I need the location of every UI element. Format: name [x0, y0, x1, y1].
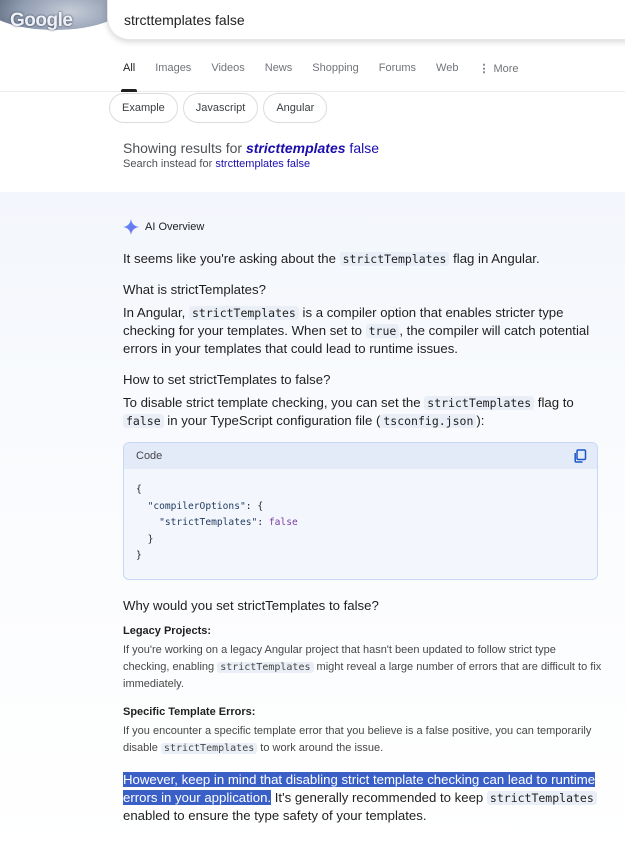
- code-line: }: [136, 550, 142, 561]
- spelling-correction: Showing results for stricttemplates fals…: [123, 140, 379, 170]
- intro-text-b: flag in Angular.: [449, 251, 540, 266]
- tab-web[interactable]: Web: [436, 58, 458, 92]
- ai-overview-header: AI Overview: [123, 219, 204, 235]
- code-label: Code: [136, 450, 163, 462]
- code-block: Code { "compilerOptions": { "strictTempl…: [123, 442, 598, 580]
- closing-paragraph: However, keep in mind that disabling str…: [123, 771, 603, 825]
- s2-text-b: to work around the issue.: [257, 741, 384, 754]
- code-block-header: Code: [124, 443, 597, 469]
- corrected-bold: stricttemplates: [245, 140, 346, 156]
- header: Google strcttemplates false All Images V…: [0, 0, 625, 92]
- gemini-spark-icon: [123, 219, 139, 235]
- specific-errors-title: Specific Template Errors:: [123, 705, 256, 718]
- p2-text-a: To disable strict template checking, you…: [123, 395, 425, 410]
- tab-forums[interactable]: Forums: [379, 58, 416, 92]
- p2-text-d: ):: [476, 413, 485, 428]
- corrected-query-link[interactable]: stricttemplates false: [246, 140, 379, 156]
- heading-how-to: How to set strictTemplates to false?: [123, 372, 331, 387]
- showing-results-line: Showing results for stricttemplates fals…: [123, 140, 379, 156]
- inline-code: true: [365, 324, 400, 338]
- chip-example[interactable]: Example: [109, 93, 178, 123]
- final-text-a: It's generally recommended to keep: [271, 789, 487, 805]
- logo-text: Google: [10, 10, 73, 31]
- intro-text-a: It seems like you're asking about the: [123, 251, 340, 266]
- search-box[interactable]: strcttemplates false: [107, 0, 625, 40]
- ai-overview-title: AI Overview: [145, 221, 205, 233]
- inline-code: strictTemplates: [189, 306, 299, 320]
- specific-errors-text: If you encounter a specific template err…: [123, 723, 603, 757]
- instead-prefix: Search instead for: [123, 158, 216, 170]
- ai-overview-content: It seems like you're asking about the st…: [123, 250, 603, 825]
- inline-code: strictTemplates: [424, 396, 535, 410]
- search-tabs: All Images Videos News Shopping Forums W…: [120, 58, 539, 92]
- code-line: }: [147, 533, 154, 545]
- tab-all[interactable]: All: [120, 58, 138, 92]
- chip-angular[interactable]: Angular: [263, 93, 328, 123]
- tab-images[interactable]: Images: [155, 58, 191, 92]
- inline-code: tsconfig.json: [380, 414, 477, 428]
- more-vert-icon: ⋮: [478, 63, 490, 75]
- inline-code: false: [123, 414, 164, 428]
- corrected-rest: false: [345, 140, 380, 156]
- search-instead-line: Search instead for strcttemplates false: [123, 158, 379, 170]
- google-logo[interactable]: Google: [0, 0, 110, 42]
- inline-code: strictTemplates: [339, 252, 450, 266]
- code-key: "strictTemplates": [159, 517, 258, 528]
- code-punct: :: [257, 517, 269, 528]
- code-line: {: [136, 484, 142, 495]
- code-punct: : {: [245, 500, 264, 512]
- showing-prefix: Showing results for: [123, 140, 246, 156]
- tab-shopping[interactable]: Shopping: [312, 58, 359, 92]
- search-input[interactable]: strcttemplates false: [124, 12, 245, 28]
- tab-more-label: More: [493, 63, 519, 75]
- refinement-chips: Example Javascript Angular: [109, 93, 328, 123]
- code-key: "compilerOptions": [147, 500, 246, 512]
- heading-why: Why would you set strictTemplates to fal…: [123, 597, 379, 613]
- tab-more[interactable]: ⋮ More: [478, 58, 518, 92]
- p1-text-a: In Angular,: [123, 305, 189, 320]
- code-content: { "compilerOptions": { "strictTemplates"…: [124, 469, 597, 579]
- tab-videos[interactable]: Videos: [211, 58, 244, 92]
- p2-text-b: flag to: [534, 395, 574, 410]
- inline-code: strictTemplates: [160, 742, 258, 754]
- legacy-projects-title: Legacy Projects:: [123, 624, 212, 637]
- chip-javascript[interactable]: Javascript: [182, 93, 259, 123]
- final-text-b: enabled to ensure the type safety of you…: [123, 807, 427, 823]
- legacy-projects-text: If you're working on a legacy Angular pr…: [123, 642, 603, 693]
- how-to-paragraph: To disable strict template checking, you…: [123, 394, 603, 430]
- p2-text-c: in your TypeScript configuration file (: [163, 413, 381, 428]
- original-query-link[interactable]: strcttemplates false: [215, 158, 310, 170]
- tab-news[interactable]: News: [265, 58, 293, 92]
- intro-paragraph: It seems like you're asking about the st…: [123, 250, 603, 268]
- inline-code: strictTemplates: [217, 661, 314, 673]
- what-is-paragraph: In Angular, strictTemplates is a compile…: [123, 304, 603, 358]
- copy-icon[interactable]: [573, 449, 587, 463]
- code-value: false: [268, 517, 298, 528]
- inline-code: strictTemplates: [486, 790, 597, 805]
- heading-what-is: What is strictTemplates?: [123, 282, 266, 297]
